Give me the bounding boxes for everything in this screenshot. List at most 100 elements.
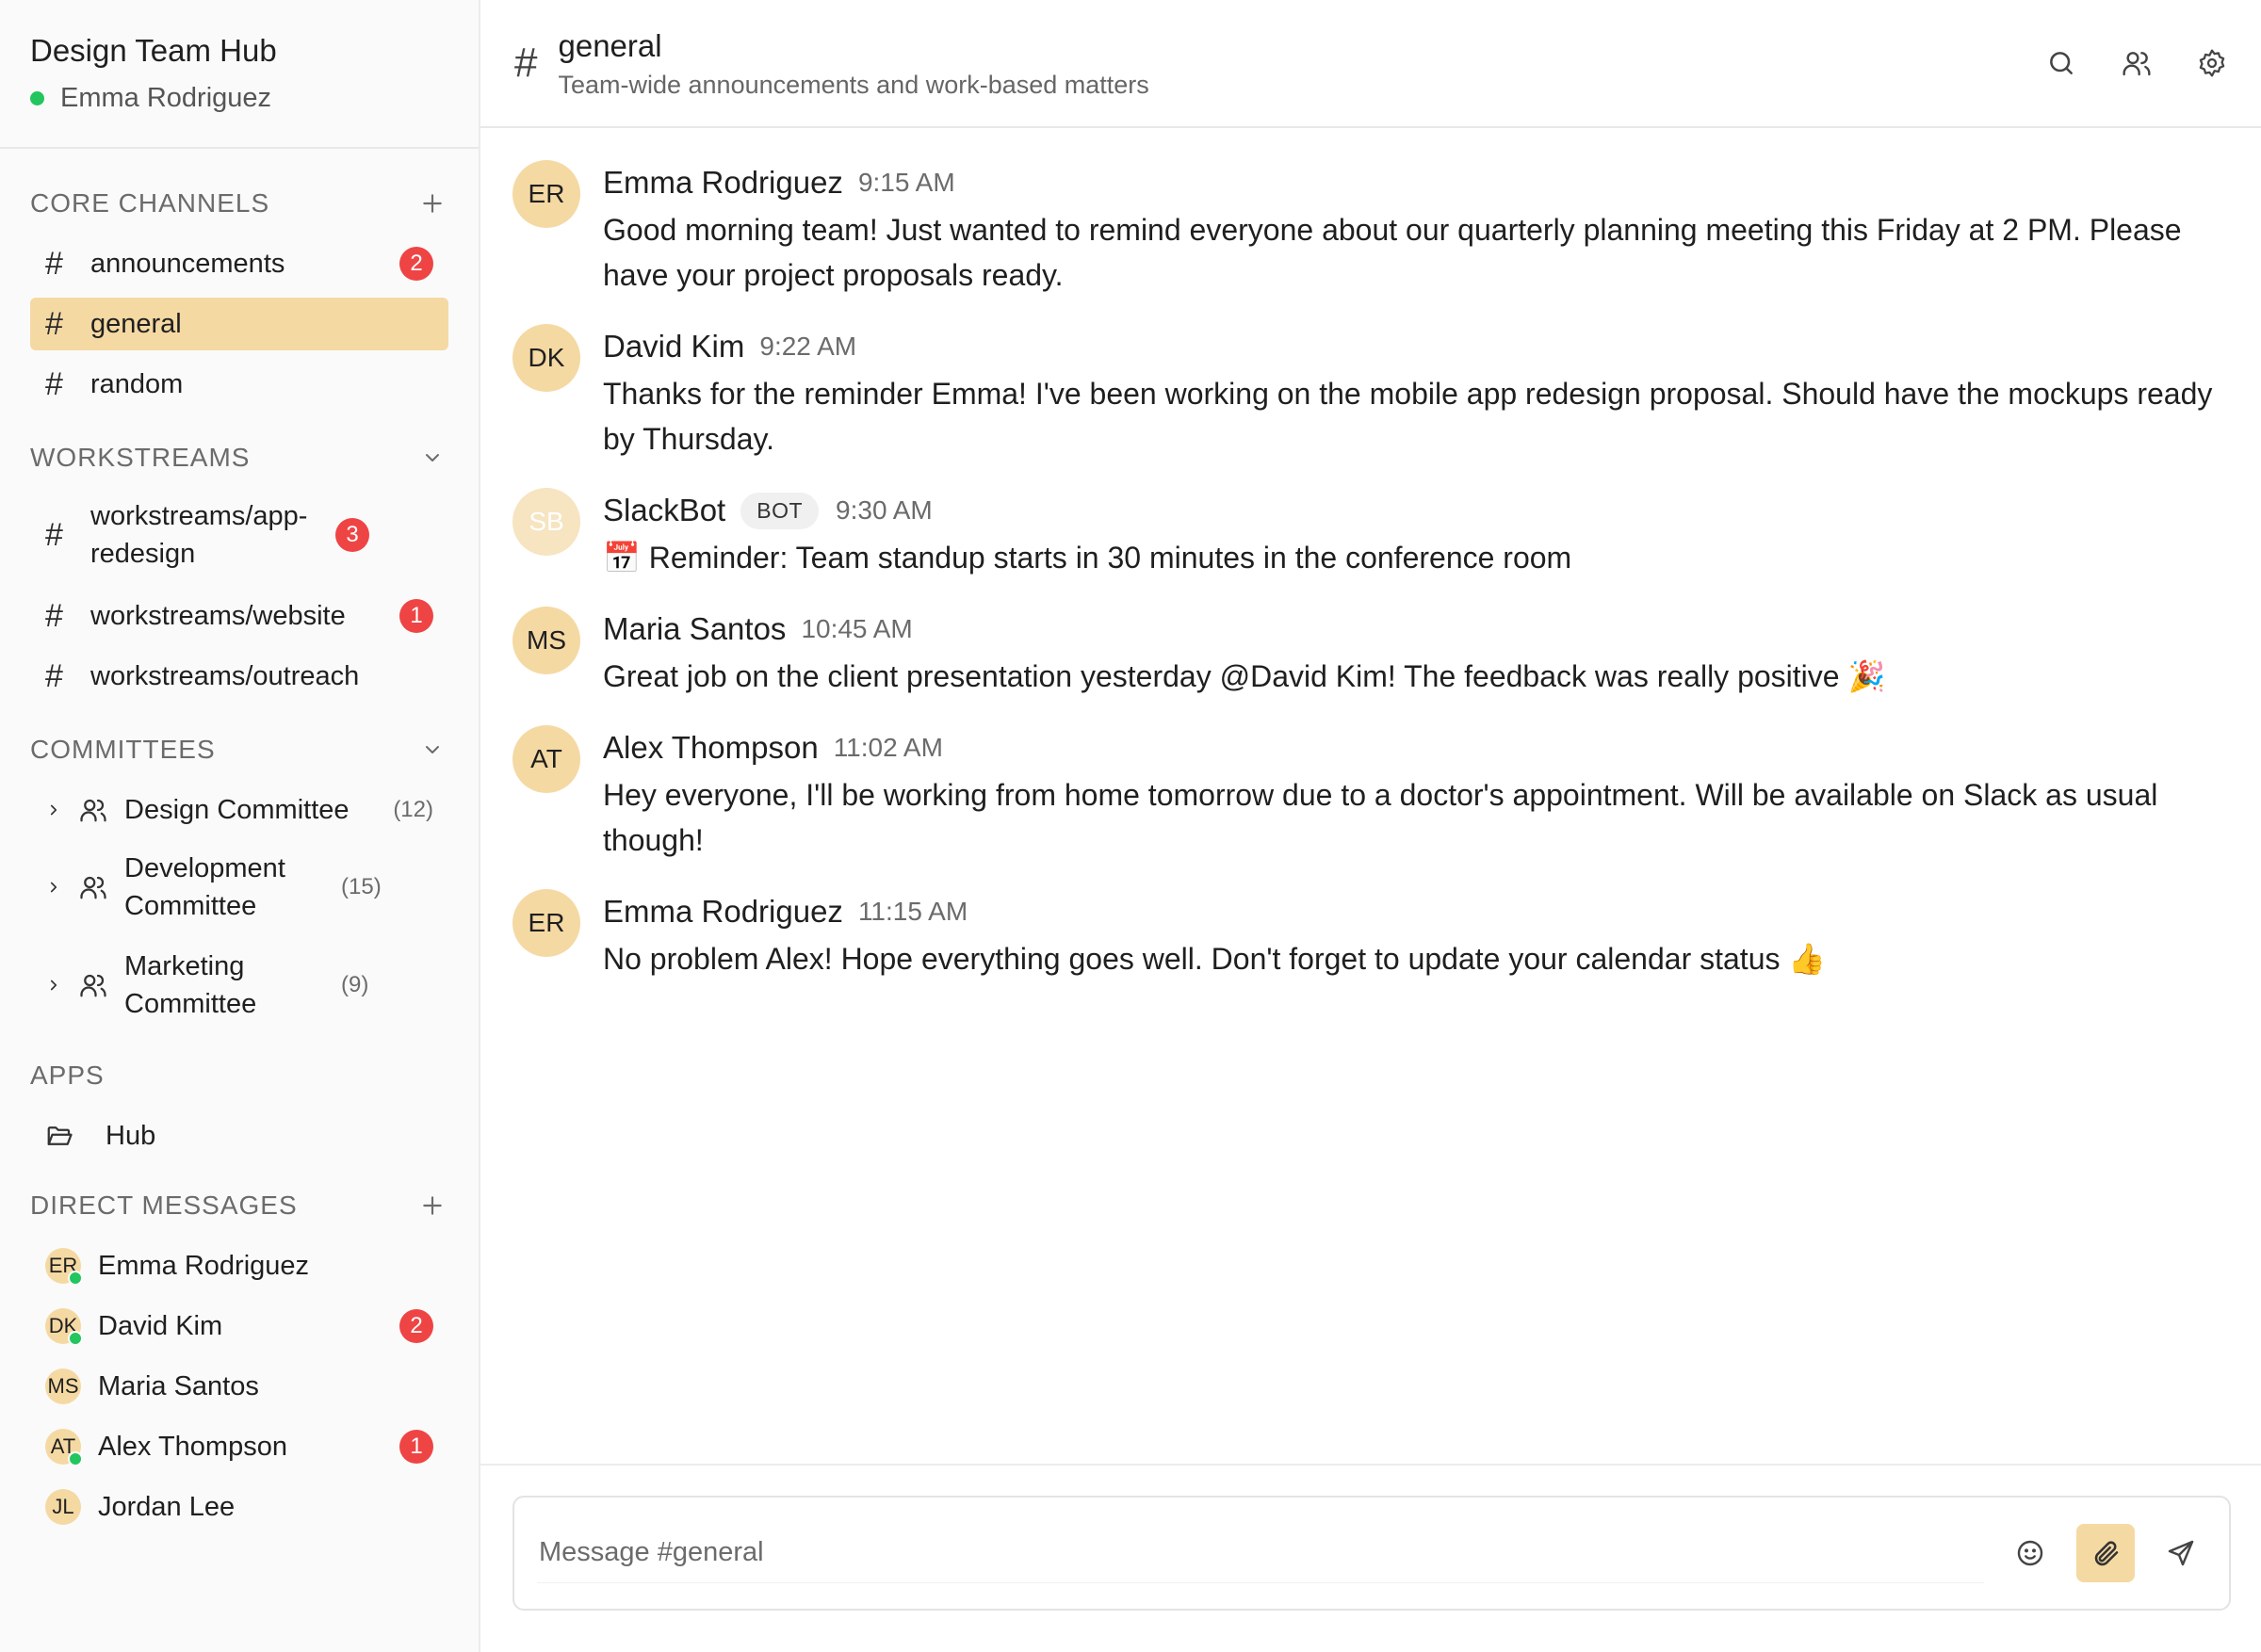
chevron-right-icon[interactable] [45, 879, 68, 896]
avatar: AT [45, 1429, 83, 1466]
avatar[interactable]: ER [512, 889, 580, 957]
new-message-button[interactable] [416, 1190, 448, 1222]
collapse-committees-button[interactable] [416, 734, 448, 766]
message-author[interactable]: Alex Thompson [603, 730, 819, 766]
online-status-dot [30, 91, 44, 105]
message-author[interactable]: Emma Rodriguez [603, 894, 843, 930]
workstreams-section: WORKSTREAMS # workstreams/app-redesign 3… [0, 418, 479, 710]
unread-badge: 2 [399, 1309, 433, 1343]
sidebar-item-random[interactable]: # random [30, 358, 448, 411]
sidebar-item-general[interactable]: # general [30, 298, 448, 350]
settings-button[interactable] [2195, 46, 2229, 80]
collapse-workstreams-button[interactable] [416, 442, 448, 474]
message-input[interactable] [537, 1523, 1984, 1583]
direct-messages-section: DIRECT MESSAGES ER Emma Rodriguez DK Dav… [0, 1170, 479, 1541]
sidebar-item-design-committee[interactable]: Design Committee (12) [30, 784, 448, 836]
dm-item-david-kim[interactable]: DK David Kim 2 [30, 1300, 448, 1352]
apps-header: APPS [30, 1049, 448, 1102]
unread-badge: 1 [399, 599, 433, 633]
sidebar-item-announcements[interactable]: # announcements 2 [30, 237, 448, 290]
message-author[interactable]: David Kim [603, 329, 744, 364]
core-channels-section: CORE CHANNELS # announcements 2 # genera… [0, 149, 479, 418]
message-time: 11:15 AM [857, 897, 968, 926]
channel-description: Team-wide announcements and work-based m… [558, 70, 1149, 99]
chevron-right-icon[interactable] [45, 977, 68, 994]
avatar: ER [45, 1248, 83, 1286]
members-button[interactable] [2120, 46, 2154, 80]
sidebar-item-hub[interactable]: Hub [30, 1109, 448, 1162]
hash-icon: # [45, 365, 63, 402]
message-meta: Maria Santos 10:45 AM [603, 608, 2229, 650]
message-time: 10:45 AM [801, 614, 913, 643]
add-channel-button[interactable] [416, 187, 448, 219]
message: ER Emma Rodriguez 11:15 AM No problem Al… [512, 889, 2229, 981]
message-text: Hey everyone, I'll be working from home … [603, 778, 2158, 857]
message-body: Emma Rodriguez 9:15 AM Good morning team… [603, 160, 2229, 298]
message-author[interactable]: SlackBot [603, 493, 725, 528]
section-title: DIRECT MESSAGES [30, 1190, 298, 1220]
dm-item-jordan-lee[interactable]: JL Jordan Lee [30, 1481, 448, 1533]
send-icon [2168, 1540, 2194, 1566]
chevron-down-icon [426, 746, 439, 753]
message: DK David Kim 9:22 AM Thanks for the remi… [512, 324, 2229, 462]
avatar[interactable]: ER [512, 160, 580, 228]
main-panel: # general Team-wide announcements and wo… [480, 0, 2261, 1652]
sidebar-item-workstreams-app-redesign[interactable]: # workstreams/app-redesign 3 [30, 492, 448, 578]
composer-area [480, 1464, 2261, 1652]
committees-section: COMMITTEES Design Committee (12) Develop… [0, 710, 479, 1040]
sidebar-item-workstreams-website[interactable]: # workstreams/website 1 [30, 590, 448, 642]
workspace-header[interactable]: Design Team Hub Emma Rodriguez [0, 0, 479, 149]
chevron-down-icon [426, 454, 439, 462]
users-icon [79, 971, 111, 999]
direct-messages-header: DIRECT MESSAGES [30, 1179, 448, 1232]
dm-item-label: Jordan Lee [98, 1491, 236, 1522]
sidebar-item-development-committee[interactable]: Development Committee (15) [30, 844, 448, 931]
channel-info: general Team-wide announcements and work… [558, 27, 2044, 100]
message-text: Great job on the client presentation yes… [603, 659, 1886, 693]
dm-item-alex-thompson[interactable]: AT Alex Thompson 1 [30, 1420, 448, 1473]
message-author[interactable]: Maria Santos [603, 611, 786, 647]
message-meta: Emma Rodriguez 11:15 AM [603, 891, 2229, 932]
sidebar-item-label: workstreams/app-redesign [90, 501, 308, 569]
sidebar: Design Team Hub Emma Rodriguez CORE CHAN… [0, 0, 480, 1652]
avatar[interactable]: DK [512, 324, 580, 392]
sidebar-item-label: Development Committee [124, 853, 285, 921]
dm-item-label: Alex Thompson [98, 1431, 287, 1462]
channel-name: general [558, 27, 662, 63]
avatar[interactable]: MS [512, 607, 580, 674]
emoji-button[interactable] [2001, 1524, 2059, 1582]
bot-badge: BOT [740, 492, 820, 529]
sidebar-item-workstreams-outreach[interactable]: # workstreams/outreach [30, 650, 448, 703]
message-author[interactable]: Emma Rodriguez [603, 165, 843, 201]
message-meta: Alex Thompson 11:02 AM [603, 727, 2229, 769]
attach-button[interactable] [2076, 1524, 2135, 1582]
sidebar-item-label: random [90, 368, 184, 399]
dm-item-label: Emma Rodriguez [98, 1250, 310, 1281]
message-body: SlackBot BOT 9:30 AM 📅 Reminder: Team st… [603, 488, 2229, 580]
sidebar-item-label: Design Committee [124, 794, 350, 825]
current-user-name: Emma Rodriguez [60, 83, 272, 113]
current-user: Emma Rodriguez [30, 83, 448, 114]
message: AT Alex Thompson 11:02 AM Hey everyone, … [512, 725, 2229, 863]
sidebar-item-label: general [90, 308, 182, 339]
workstreams-header[interactable]: WORKSTREAMS [30, 431, 448, 484]
core-channels-header: CORE CHANNELS [30, 177, 448, 230]
avatar[interactable]: AT [512, 725, 580, 793]
send-button[interactable] [2152, 1524, 2210, 1582]
sidebar-item-label: workstreams/outreach [90, 660, 360, 691]
committees-header[interactable]: COMMITTEES [30, 723, 448, 776]
chevron-right-icon[interactable] [45, 802, 68, 818]
section-title: CORE CHANNELS [30, 188, 270, 218]
search-button[interactable] [2044, 46, 2078, 80]
message-text: Thanks for the reminder Emma! I've been … [603, 377, 2213, 456]
message-composer [512, 1496, 2231, 1611]
gear-icon [2199, 49, 2225, 77]
sidebar-item-marketing-committee[interactable]: Marketing Committee (9) [30, 942, 448, 1028]
section-title: WORKSTREAMS [30, 443, 251, 472]
section-title: COMMITTEES [30, 735, 216, 764]
dm-item-emma-rodriguez[interactable]: ER Emma Rodriguez [30, 1239, 448, 1292]
dm-item-maria-santos[interactable]: MS Maria Santos [30, 1360, 448, 1413]
dm-item-label: Maria Santos [98, 1370, 259, 1401]
avatar[interactable]: SB [512, 488, 580, 556]
hash-icon: # [45, 245, 63, 282]
